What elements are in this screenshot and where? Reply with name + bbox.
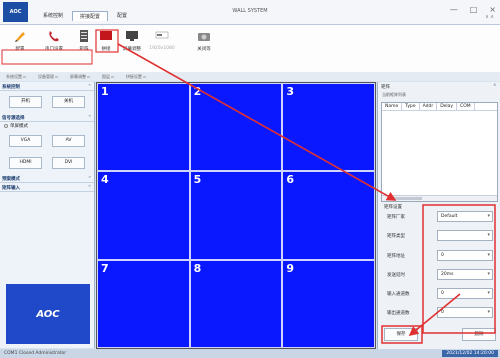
section-signal-source[interactable]: 信号源选择 « — [0, 113, 94, 122]
wall-screen-6[interactable]: 6 — [282, 171, 375, 260]
matrix-panel: 矩阵 ⅹ 当前矩阵列表 Name Type Addr Delay COM 矩阵设… — [377, 82, 500, 349]
form-row: 矩阵地址 0 — [384, 249, 498, 263]
group-label: 设备管理 ▫ — [37, 74, 58, 79]
title-bar: AOC WALL SYSTEM — □ × 系统控制 拼接配置 配置 ∨ ∧ — [0, 0, 500, 24]
delete-button[interactable]: 删除 — [462, 328, 496, 341]
column-header[interactable]: Name — [382, 103, 403, 110]
collapse-icon[interactable]: » — [88, 175, 91, 180]
camera-icon — [197, 29, 211, 43]
wall-screen-3[interactable]: 3 — [282, 83, 375, 172]
group-label: 系统设置 ▫ — [6, 74, 26, 79]
matrix-list-header: Name Type Addr Delay COM — [382, 103, 497, 111]
send-delay-select[interactable]: 20ms — [437, 269, 493, 280]
section-system-control[interactable]: 系统控制 « — [0, 82, 94, 91]
group-label: 屏幕调整 ▫ — [69, 74, 90, 79]
source-hdmi-button[interactable]: HDMI — [9, 157, 42, 169]
brand-logo: AOC — [6, 284, 90, 344]
tool-resolution[interactable]: 1920x1080 — [148, 29, 176, 51]
horizontal-scrollbar[interactable] — [382, 195, 497, 201]
column-header[interactable]: Delay — [437, 103, 458, 110]
wall-screen-4[interactable]: 4 — [97, 171, 190, 260]
source-vga-button[interactable]: VGA — [9, 135, 42, 147]
video-wall-grid: 1 2 3 4 5 6 7 8 9 — [96, 82, 376, 349]
form-row: 输入通道数 0 — [384, 287, 498, 301]
tool-close[interactable]: 关闭等 — [190, 29, 218, 52]
pencil-icon — [13, 29, 27, 43]
tab-config[interactable]: 配置 — [110, 11, 134, 21]
scrollbar-thumb[interactable] — [392, 197, 422, 200]
splice-icon — [99, 29, 113, 43]
pin-icon[interactable]: ⅹ — [493, 83, 496, 88]
wall-screen-9[interactable]: 9 — [282, 259, 375, 348]
collapse-icon[interactable]: « — [88, 114, 91, 119]
ribbon-toggle-icon[interactable]: ∨ ∧ — [485, 14, 494, 20]
matrix-type-select[interactable] — [437, 230, 493, 241]
collapse-icon[interactable]: » — [88, 184, 91, 189]
source-av-button[interactable]: AV — [52, 135, 85, 147]
section-preset-mode[interactable]: 预案模式 » — [0, 174, 94, 183]
power-on-button[interactable]: 开机 — [9, 96, 42, 108]
input-channels-select[interactable]: 0 — [437, 288, 493, 299]
form-row: 矩阵类型 — [384, 229, 498, 243]
tab-system-control[interactable]: 系统控制 — [36, 11, 70, 21]
wall-screen-1[interactable]: 1 — [97, 83, 190, 172]
column-header[interactable]: Addr — [420, 103, 438, 110]
matrix-address-select[interactable]: 0 — [437, 250, 493, 261]
wall-screen-5[interactable]: 5 — [189, 171, 283, 260]
tab-splice-config[interactable]: 拼接配置 — [72, 11, 109, 21]
source-dvi-button[interactable]: DVI — [52, 157, 85, 169]
left-panel: 系统控制 « 开机 关机 信号源选择 « 单屏模式 VGA AV HDMI DV… — [0, 82, 95, 348]
matrix-list-label: 当前矩阵列表 — [382, 92, 406, 97]
matrix-icon — [77, 29, 91, 43]
save-button[interactable]: 保存 — [384, 328, 418, 341]
section-matrix-input[interactable]: 矩阵输入 » — [0, 183, 94, 192]
ribbon-toolbar: 配置 串口设置 矩阵 拼接 屏幕调整 1920x1080 关闭等 系统设置 ▫ … — [0, 24, 500, 81]
group-label: 拼接设置 ▫ — [125, 74, 146, 79]
output-channels-select[interactable]: 0 — [437, 307, 493, 318]
phone-icon — [47, 29, 61, 43]
form-row: 矩阵厂家 Default — [384, 210, 498, 224]
wall-screen-7[interactable]: 7 — [97, 259, 190, 348]
wall-screen-8[interactable]: 8 — [189, 259, 283, 348]
radio-icon — [4, 124, 8, 128]
status-bar: COM1 Closed Administrator 2021/12/02 14:… — [0, 349, 500, 358]
tool-splice[interactable]: 拼接 — [92, 29, 120, 52]
resolution-icon — [155, 29, 169, 43]
matrix-vendor-select[interactable]: Default — [437, 211, 493, 222]
form-row: 输出通道数 0 — [384, 306, 498, 320]
single-screen-mode-radio[interactable]: 单屏模式 — [0, 122, 94, 130]
maximize-icon[interactable]: □ — [470, 5, 478, 14]
status-time: 2021/12/02 14:20:00 — [442, 350, 498, 357]
close-icon[interactable]: × — [489, 5, 496, 14]
tool-serial-settings[interactable]: 串口设置 — [40, 29, 68, 52]
power-off-button[interactable]: 关机 — [52, 96, 85, 108]
tool-screen-adjust[interactable]: 屏幕调整 — [118, 29, 146, 52]
window-controls: — □ × — [450, 5, 496, 14]
status-text: COM1 Closed Administrator — [4, 351, 67, 356]
group-label: 图层 ▫ — [101, 74, 114, 79]
column-header[interactable]: COM — [457, 103, 475, 110]
form-row: 发送延时 20ms — [384, 268, 498, 282]
ribbon-group-labels: 系统设置 ▫ 设备管理 ▫ 屏幕调整 ▫ 图层 ▫ 拼接设置 ▫ — [0, 72, 500, 81]
column-header[interactable]: Type — [402, 103, 420, 110]
matrix-list[interactable]: Name Type Addr Delay COM — [381, 102, 498, 202]
panel-title: 矩阵 ⅹ — [381, 83, 496, 90]
wall-screen-2[interactable]: 2 — [189, 83, 283, 172]
minimize-icon[interactable]: — — [450, 5, 458, 14]
collapse-icon[interactable]: « — [88, 83, 91, 88]
monitor-icon — [125, 29, 139, 43]
menu-tabs: 系统控制 拼接配置 配置 — [36, 11, 134, 21]
tool-config[interactable]: 配置 — [6, 29, 34, 52]
